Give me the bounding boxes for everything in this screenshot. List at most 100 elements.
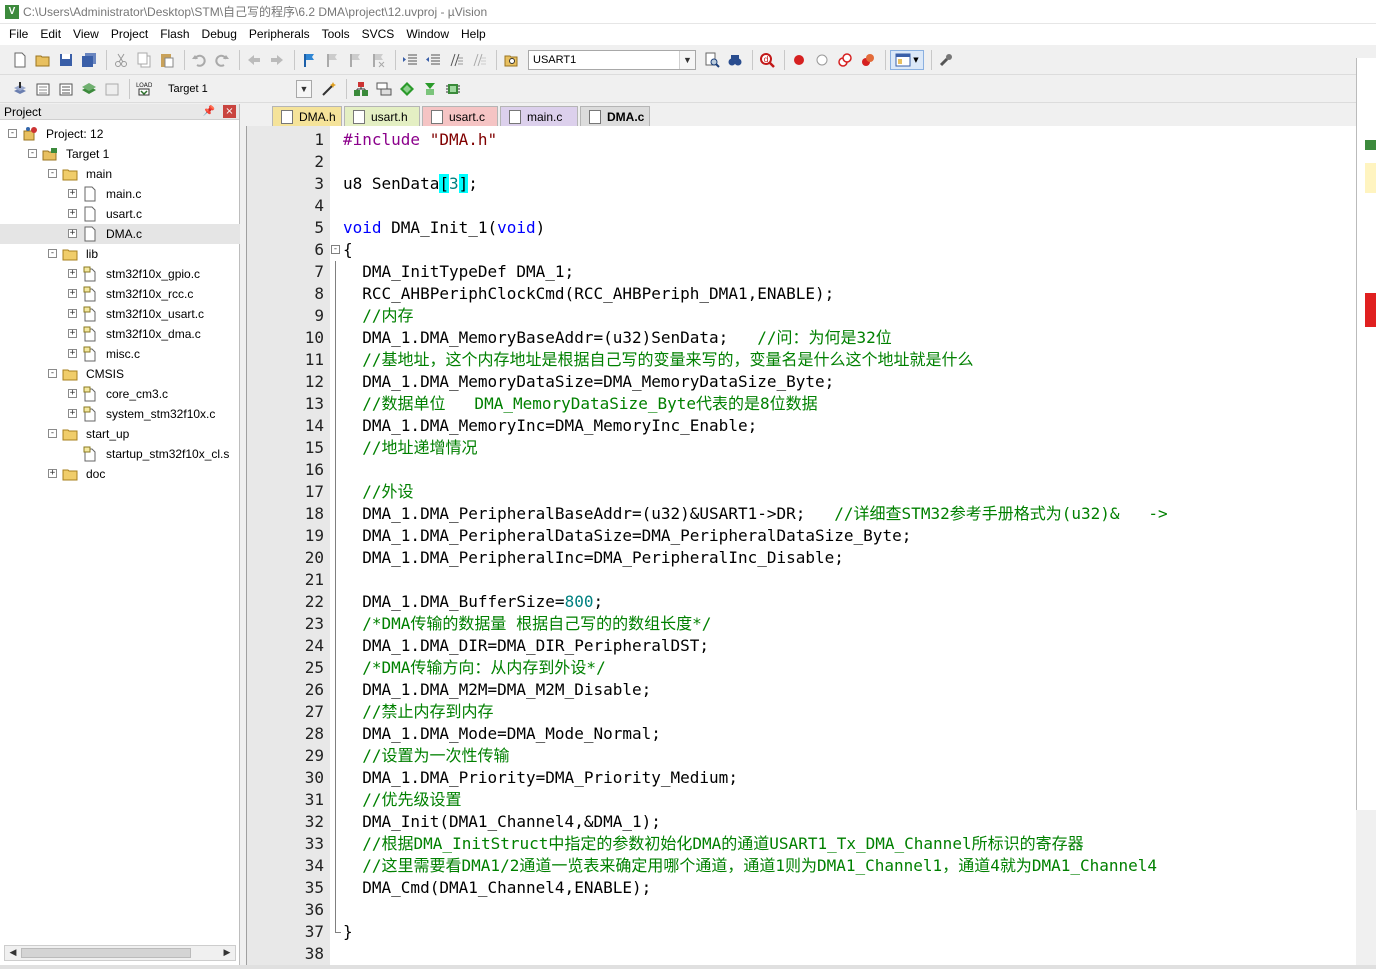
menu-window[interactable]: Window [401,25,454,44]
tree-item-libfile[interactable]: + stm32f10x_dma.c [0,324,240,344]
undo-button[interactable] [189,50,209,70]
open-file-button[interactable] [33,50,53,70]
collapse-icon[interactable]: - [48,249,57,258]
scrollbar-thumb[interactable] [21,948,191,958]
debug-session-button[interactable]: d [757,50,777,70]
configure-button[interactable] [936,50,956,70]
tree-item-folder[interactable]: - start_up [0,424,240,444]
tree-item-project[interactable]: - Project: 12 [0,124,240,144]
code-line[interactable]: 17 //外设 [247,481,1356,503]
tree-item-libfile[interactable]: startup_stm32f10x_cl.s [0,444,240,464]
code-line[interactable]: 23 /*DMA传输的数据量 根据自己写的的数组长度*/ [247,613,1356,635]
collapse-icon[interactable]: - [48,429,57,438]
expand-icon[interactable]: + [68,329,77,338]
menu-view[interactable]: View [68,25,104,44]
close-icon[interactable]: × [223,105,236,118]
expand-icon[interactable]: + [68,229,77,238]
tree-item-folder[interactable]: - main [0,164,240,184]
pin-icon[interactable]: 📌 [203,106,215,117]
code-line[interactable]: 22 DMA_1.DMA_BufferSize=800; [247,591,1356,613]
project-horizontal-scrollbar[interactable]: ◀ ▶ [4,945,236,961]
menu-edit[interactable]: Edit [35,25,66,44]
previous-bookmark-button[interactable] [322,50,342,70]
insert-breakpoint-button[interactable] [789,50,809,70]
navigate-back-button[interactable] [244,50,264,70]
code-line[interactable]: 13 //数据单位 DMA_MemoryDataSize_Byte代表的是8位数… [247,393,1356,415]
indent-button[interactable] [400,50,420,70]
menu-tools[interactable]: Tools [317,25,355,44]
code-line[interactable]: 35 DMA_Cmd(DMA1_Channel4,ENABLE); [247,877,1356,899]
target-select[interactable]: Target 1 ▼ [163,78,313,99]
navigate-forward-button[interactable] [267,50,287,70]
code-line[interactable]: 34 //这里需要看DMA1/2通道一览表来确定用哪个通道，通道1则为DMA1_… [247,855,1356,877]
code-line[interactable]: 30 DMA_1.DMA_Priority=DMA_Priority_Mediu… [247,767,1356,789]
expand-icon[interactable]: + [68,189,77,198]
code-line[interactable]: 24 DMA_1.DMA_DIR=DMA_DIR_PeripheralDST; [247,635,1356,657]
editor-tab[interactable]: usart.h [344,106,420,126]
code-line[interactable]: 31 //优先级设置 [247,789,1356,811]
translate-button[interactable] [10,79,30,99]
expand-icon[interactable]: + [68,409,77,418]
code-line[interactable]: 18 DMA_1.DMA_PeripheralBaseAddr=(u32)&US… [247,503,1356,525]
tree-item-file[interactable]: + usart.c [0,204,240,224]
tree-item-file[interactable]: + main.c [0,184,240,204]
code-line[interactable]: 20 DMA_1.DMA_PeripheralInc=DMA_Periphera… [247,547,1356,569]
code-line[interactable]: 19 DMA_1.DMA_PeripheralDataSize=DMA_Peri… [247,525,1356,547]
cut-button[interactable] [111,50,131,70]
enable-breakpoint-button[interactable] [812,50,832,70]
expand-icon[interactable]: + [68,349,77,358]
editor-tab[interactable]: main.c [500,106,578,126]
code-line[interactable]: 4 [247,195,1356,217]
save-button[interactable] [56,50,76,70]
stop-build-button[interactable] [102,79,122,99]
download-button[interactable]: LOAD [134,79,154,99]
menu-project[interactable]: Project [106,25,153,44]
menu-debug[interactable]: Debug [197,25,242,44]
software-packs-button[interactable] [443,79,463,99]
code-line[interactable]: 29 //设置为一次性传输 [247,745,1356,767]
find-combo[interactable]: USART1 ▼ [528,50,696,70]
code-line[interactable]: 6-{ [247,239,1356,261]
collapse-icon[interactable]: - [48,369,57,378]
expand-icon[interactable]: + [68,389,77,398]
manage-project-items-button[interactable] [351,79,371,99]
tree-item-libfile[interactable]: + misc.c [0,344,240,364]
tree-item-libfile[interactable]: + stm32f10x_gpio.c [0,264,240,284]
unindent-button[interactable] [423,50,443,70]
editor-tab[interactable]: DMA.h [272,106,342,126]
code-line[interactable]: 37} [247,921,1356,943]
collapse-icon[interactable]: - [28,149,37,158]
target-options-button[interactable] [319,79,339,99]
code-line[interactable]: 36 [247,899,1356,921]
tree-item-libfile[interactable]: + core_cm3.c [0,384,240,404]
collapse-icon[interactable]: - [48,169,57,178]
collapse-icon[interactable]: - [8,129,17,138]
incremental-find-button[interactable] [725,50,745,70]
build-button[interactable] [33,79,53,99]
menu-peripherals[interactable]: Peripherals [244,25,315,44]
redo-button[interactable] [212,50,232,70]
code-line[interactable]: 7 DMA_InitTypeDef DMA_1; [247,261,1356,283]
chevron-down-icon[interactable]: ▼ [296,79,312,98]
pack-installer-button[interactable] [420,79,440,99]
insert-bookmark-button[interactable] [299,50,319,70]
code-line[interactable]: 27 //禁止内存到内存 [247,701,1356,723]
code-line[interactable]: 14 DMA_1.DMA_MemoryInc=DMA_MemoryInc_Ena… [247,415,1356,437]
code-line[interactable]: 28 DMA_1.DMA_Mode=DMA_Mode_Normal; [247,723,1356,745]
chevron-down-icon[interactable]: ▼ [679,51,695,69]
window-layout-button[interactable]: ▼ [890,50,924,70]
tree-item-libfile[interactable]: + system_stm32f10x.c [0,404,240,424]
code-line[interactable]: 25 /*DMA传输方向：从内存到外设*/ [247,657,1356,679]
code-line[interactable]: 11 //基地址，这个内存地址是根据自己写的变量来写的，变量名是什么这个地址就是… [247,349,1356,371]
tree-item-folder[interactable]: - lib [0,244,240,264]
tree-item-folder[interactable]: - CMSIS [0,364,240,384]
new-file-button[interactable] [10,50,30,70]
code-line[interactable]: 32 DMA_Init(DMA1_Channel4,&DMA_1); [247,811,1356,833]
code-line[interactable]: 12 DMA_1.DMA_MemoryDataSize=DMA_MemoryDa… [247,371,1356,393]
save-all-button[interactable] [79,50,99,70]
find-button[interactable] [702,50,722,70]
expand-icon[interactable]: + [68,269,77,278]
comment-selection-button[interactable] [446,50,466,70]
menu-help[interactable]: Help [456,25,491,44]
code-line[interactable]: 15 //地址递增情况 [247,437,1356,459]
